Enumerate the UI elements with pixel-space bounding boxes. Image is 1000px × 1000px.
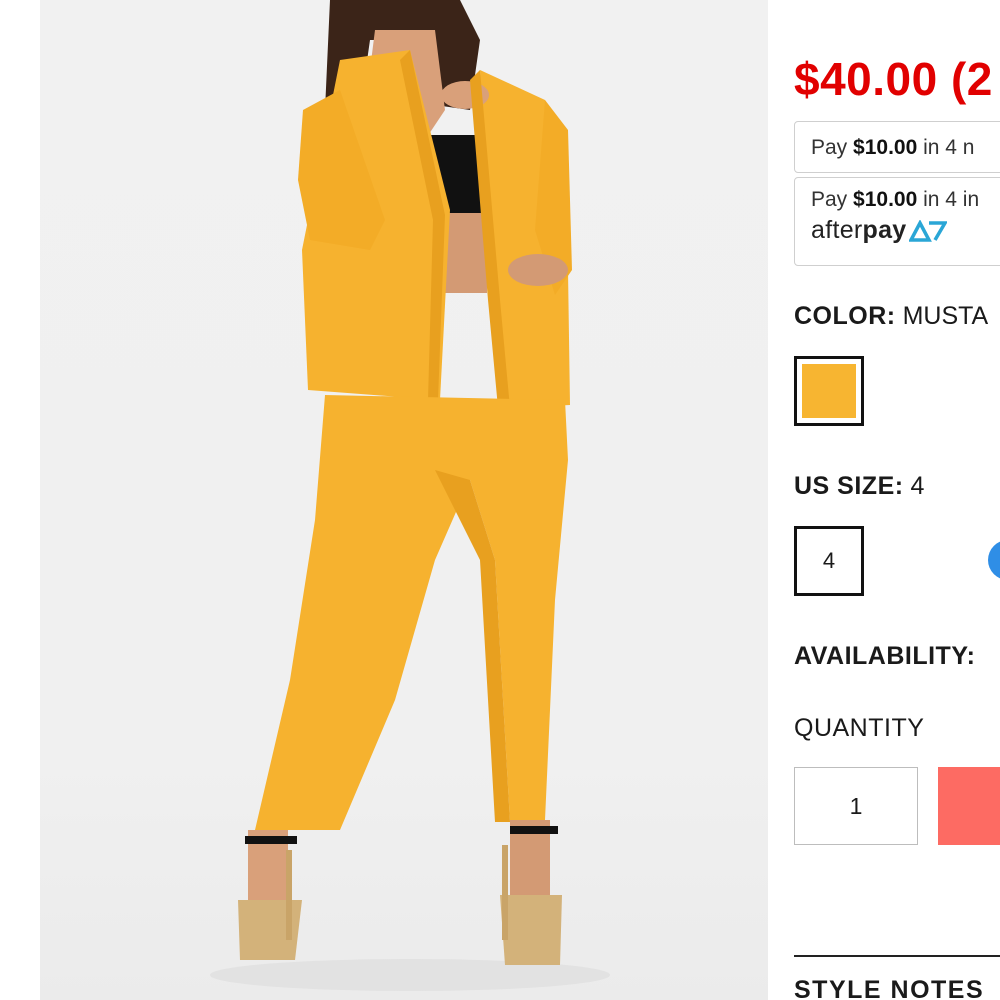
size-chart-icon[interactable]	[988, 540, 1000, 580]
installment-suffix: in 4 in	[923, 188, 980, 211]
color-value: MUSTA	[902, 302, 989, 330]
color-swatch-mustard[interactable]	[794, 356, 864, 426]
product-price: $40.00 (2	[794, 53, 993, 105]
availability-label: AVAILABILITY:	[794, 642, 976, 670]
quantity-input[interactable]: 1	[794, 767, 918, 845]
afterpay-option[interactable]: Pay $10.00 in 4 in after pay	[794, 177, 1000, 266]
size-label: US SIZE:	[794, 472, 904, 500]
model-illustration	[210, 0, 610, 991]
installment-amount: $10.00	[853, 188, 918, 211]
size-option-4[interactable]: 4	[794, 526, 864, 596]
color-label: COLOR:	[794, 302, 896, 330]
product-details-panel: $40.00 (2 Pay $10.00 in 4 n Pay $10.00 i…	[768, 0, 1000, 1000]
product-image[interactable]	[40, 0, 768, 1000]
availability-row: AVAILABILITY:	[794, 642, 975, 671]
installment-option-1[interactable]: Pay $10.00 in 4 n	[794, 121, 1000, 173]
style-notes-heading[interactable]: STYLE NOTES	[794, 976, 984, 1000]
section-divider	[794, 955, 1000, 957]
quantity-label: QUANTITY	[794, 714, 925, 742]
installment-suffix: in 4 n	[923, 136, 975, 159]
installment-prefix: Pay	[811, 136, 848, 159]
size-value: 4	[910, 472, 925, 500]
size-label-row: US SIZE: 4	[794, 472, 924, 501]
afterpay-arrows-icon	[908, 219, 947, 242]
afterpay-logo: after pay	[811, 216, 1000, 245]
installment-prefix: Pay	[811, 188, 848, 211]
installment-amount: $10.00	[853, 136, 918, 159]
swatch-fill	[802, 364, 856, 418]
add-to-bag-button[interactable]	[938, 767, 1000, 845]
color-label-row: COLOR: MUSTA	[794, 302, 988, 331]
